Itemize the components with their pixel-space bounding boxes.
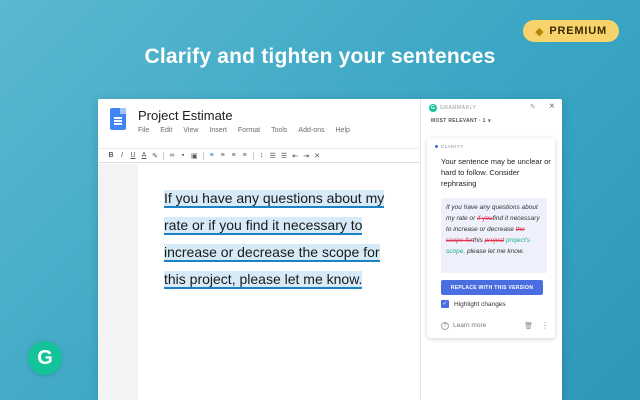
card-footer: ? Learn more 🗑 ⋮ [441,321,549,330]
align-justify-icon[interactable]: ≡ [242,152,248,159]
highlight-changes-label: Highlight changes [454,300,506,308]
doc-page[interactable]: If you have any questions about my rate … [138,164,420,400]
editor-window: Project Estimate File Edit View Insert F… [98,99,562,400]
page-area: If you have any questions about my rate … [98,164,420,400]
grammarly-mini-icon: G [429,104,437,112]
suggest-text: please let me know. [465,248,525,255]
doc-body[interactable]: If you have any questions about my rate … [164,185,414,293]
doc-line[interactable]: increase or decrease the scope for [164,244,380,262]
premium-label: PREMIUM [549,25,607,37]
suggestion-card[interactable]: CLARITY Your sentence may be unclear or … [427,138,555,338]
card-category: CLARITY [435,144,464,149]
doc-line[interactable]: rate or if you find it necessary to [164,217,363,235]
align-center-icon[interactable]: ≡ [220,152,226,159]
category-label: CLARITY [441,144,464,149]
increase-indent-icon[interactable]: ⇥ [303,152,309,160]
suggestion-preview[interactable]: If you have any questions about my rate … [441,198,547,273]
image-icon[interactable]: ▣ [191,152,198,160]
numbered-list-icon[interactable]: ☰ [270,152,276,160]
underline-icon[interactable]: U [130,152,136,159]
doc-header: Project Estimate File Edit View Insert F… [98,99,420,147]
suggest-text: this [472,237,485,244]
gem-icon: ◆ [535,25,545,38]
doc-line[interactable]: If you have any questions about my [164,190,385,208]
decrease-indent-icon[interactable]: ⇤ [292,152,298,160]
learn-more-link[interactable]: Learn more [453,322,486,329]
italic-icon[interactable]: I [119,152,125,159]
menu-view[interactable]: View [183,127,198,134]
format-toolbar: B I U A ✎ ∞ ▪ ▣ ≡ ≡ ≡ ≡ ↕ ☰ ☰ ⇤ ⇥ ✕ [98,148,420,163]
menu-bar: File Edit View Insert Format Tools Add-o… [138,127,350,134]
highlight-pen-icon[interactable]: ✎ [152,152,158,160]
headline: Clarify and tighten your sentences [144,45,496,68]
doc-line[interactable]: this project, please let me know. [164,271,363,289]
sort-dropdown[interactable]: MOST RELEVANT · 1 ∨ [431,118,492,124]
link-icon[interactable]: ∞ [169,152,175,159]
trash-icon[interactable]: 🗑 [524,322,533,330]
edit-icon[interactable]: ✎ [530,103,536,111]
panel-brand-label: GRAMMARLY [440,105,477,111]
clear-formatting-icon[interactable]: ✕ [314,152,320,160]
replace-button[interactable]: REPLACE WITH THIS VERSION [441,280,543,295]
suggest-deletion: if you [477,215,493,222]
align-left-icon[interactable]: ≡ [209,152,215,159]
suggest-deletion: project [484,237,505,244]
menu-addons[interactable]: Add-ons [298,127,324,134]
premium-badge[interactable]: ◆ PREMIUM [523,20,619,42]
highlight-changes-toggle[interactable]: ✓ Highlight changes [441,300,506,308]
more-options-icon[interactable]: ⋮ [541,321,549,330]
menu-file[interactable]: File [138,127,149,134]
bulleted-list-icon[interactable]: ☰ [281,152,287,160]
menu-edit[interactable]: Edit [160,127,172,134]
doc-title[interactable]: Project Estimate [138,108,233,123]
menu-format[interactable]: Format [238,127,260,134]
toolbar-divider [163,151,164,160]
comment-icon[interactable]: ▪ [180,152,186,159]
menu-tools[interactable]: Tools [271,127,287,134]
toolbar-divider [252,151,254,160]
menu-insert[interactable]: Insert [209,127,227,134]
docs-icon [110,108,126,130]
line-spacing-icon[interactable]: ↕ [259,152,265,159]
grammarly-logo: G [28,341,62,375]
toolbar-divider [202,151,204,160]
checkbox-icon[interactable]: ✓ [441,300,449,308]
close-icon[interactable]: × [549,101,555,112]
question-icon[interactable]: ? [441,321,449,330]
panel-brand: G GRAMMARLY [429,104,476,112]
bold-icon[interactable]: B [108,152,114,159]
align-right-icon[interactable]: ≡ [231,152,237,159]
menu-help[interactable]: Help [336,127,350,134]
category-dot-icon [435,145,438,148]
text-color-icon[interactable]: A [141,152,147,159]
card-message: Your sentence may be unclear or hard to … [441,157,551,188]
grammarly-panel: G GRAMMARLY ✎ × MOST RELEVANT · 1 ∨ CLAR… [420,99,562,400]
